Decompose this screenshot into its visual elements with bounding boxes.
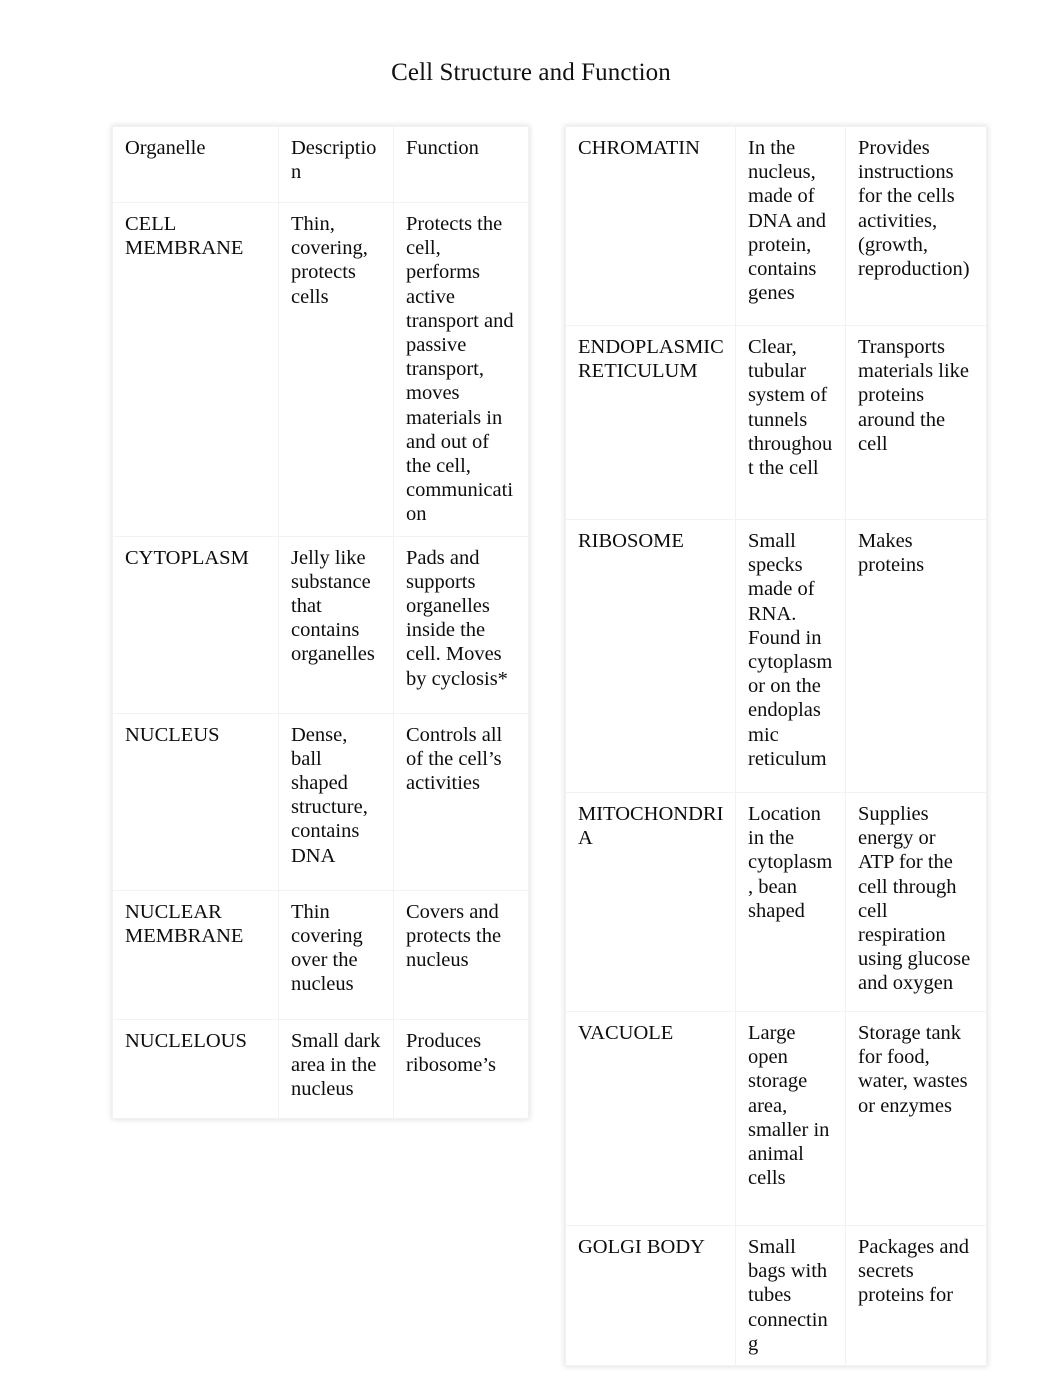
cell-description: Large open storage area, smaller in anim… [735, 1011, 846, 1226]
cell-organelle-name: MITOCHONDRIA [565, 792, 736, 1012]
table-row: NUCLELOUS Small dark area in the nucleus… [112, 1018, 529, 1119]
table-row: RIBOSOME Small specks made of RNA. Found… [565, 519, 987, 793]
cell-function: Makes proteins [845, 519, 987, 793]
cell-description: Small specks made of RNA. Found in cytop… [735, 519, 846, 793]
organelle-table-left: Organelle Description Function CELL MEMB… [112, 126, 529, 1119]
document-page: Cell Structure and Function Organelle De… [0, 0, 1062, 1377]
cell-organelle-name: CYTOPLASM [112, 535, 279, 714]
table-row: NUCLEUS Dense, ball shaped structure, co… [112, 712, 529, 891]
table-row: CYTOPLASM Jelly like substance that cont… [112, 535, 529, 714]
cell-function: Covers and protects the nucleus [393, 889, 529, 1020]
cell-organelle-name: ENDOPLASMIC RETICULUM [565, 325, 736, 520]
column-header-function: Function [393, 126, 529, 203]
cell-function: Packages and secrets proteins for [845, 1224, 987, 1367]
cell-description: Thin, covering, protects cells [278, 202, 394, 537]
cell-organelle-name: NUCLEAR MEMBRANE [112, 889, 279, 1020]
cell-description: Location in the cytoplasm, bean shaped [735, 792, 846, 1012]
cell-function: Supplies energy or ATP for the cell thro… [845, 792, 987, 1012]
cell-description: Jelly like substance that contains organ… [278, 535, 394, 714]
cell-description: In the nucleus, made of DNA and protein,… [735, 126, 846, 326]
table-row: CELL MEMBRANE Thin, covering, protects c… [112, 202, 529, 537]
cell-function: Pads and supports organelles inside the … [393, 535, 529, 714]
table-row: CHROMATIN In the nucleus, made of DNA an… [565, 126, 987, 326]
cell-description: Dense, ball shaped structure, contains D… [278, 712, 394, 891]
cell-organelle-name: CHROMATIN [565, 126, 736, 326]
organelle-table-right: CHROMATIN In the nucleus, made of DNA an… [565, 126, 987, 1367]
column-header-organelle: Organelle [112, 126, 279, 203]
cell-function: Storage tank for food, water, wastes or … [845, 1011, 987, 1226]
table-row: ENDOPLASMIC RETICULUM Clear, tubular sys… [565, 325, 987, 520]
cell-description: Clear, tubular system of tunnels through… [735, 325, 846, 520]
cell-organelle-name: GOLGI BODY [565, 1224, 736, 1367]
cell-function: Produces ribosome’s [393, 1018, 529, 1119]
cell-function: Provides instructions for the cells acti… [845, 126, 987, 326]
table-row: VACUOLE Large open storage area, smaller… [565, 1011, 987, 1226]
cell-organelle-name: NUCLELOUS [112, 1018, 279, 1119]
table-row: GOLGI BODY Small bags with tubes connect… [565, 1224, 987, 1367]
page-title: Cell Structure and Function [391, 59, 671, 86]
cell-function: Controls all of the cell’s activities [393, 712, 529, 891]
cell-description: Small dark area in the nucleus [278, 1018, 394, 1119]
table-row: NUCLEAR MEMBRANE Thin covering over the … [112, 889, 529, 1020]
cell-organelle-name: VACUOLE [565, 1011, 736, 1226]
cell-organelle-name: RIBOSOME [565, 519, 736, 793]
cell-organelle-name: NUCLEUS [112, 712, 279, 891]
cell-description: Small bags with tubes connecting [735, 1224, 846, 1367]
cell-function: Transports materials like proteins aroun… [845, 325, 987, 520]
table-row: MITOCHONDRIA Location in the cytoplasm, … [565, 792, 987, 1012]
column-header-description: Description [278, 126, 394, 203]
table-header-row: Organelle Description Function [112, 126, 529, 203]
cell-description: Thin covering over the nucleus [278, 889, 394, 1020]
cell-function: Protects the cell, performs active trans… [393, 202, 529, 537]
cell-organelle-name: CELL MEMBRANE [112, 202, 279, 537]
